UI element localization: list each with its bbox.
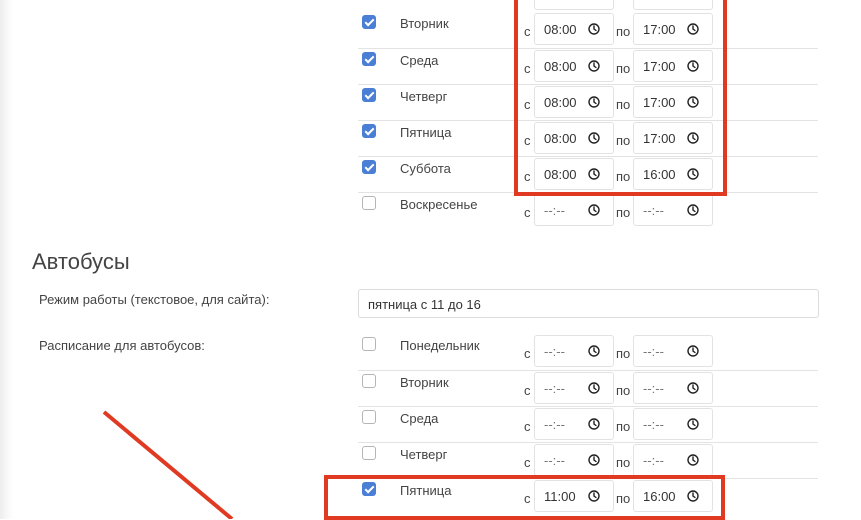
annotation-arrow (102, 410, 234, 519)
